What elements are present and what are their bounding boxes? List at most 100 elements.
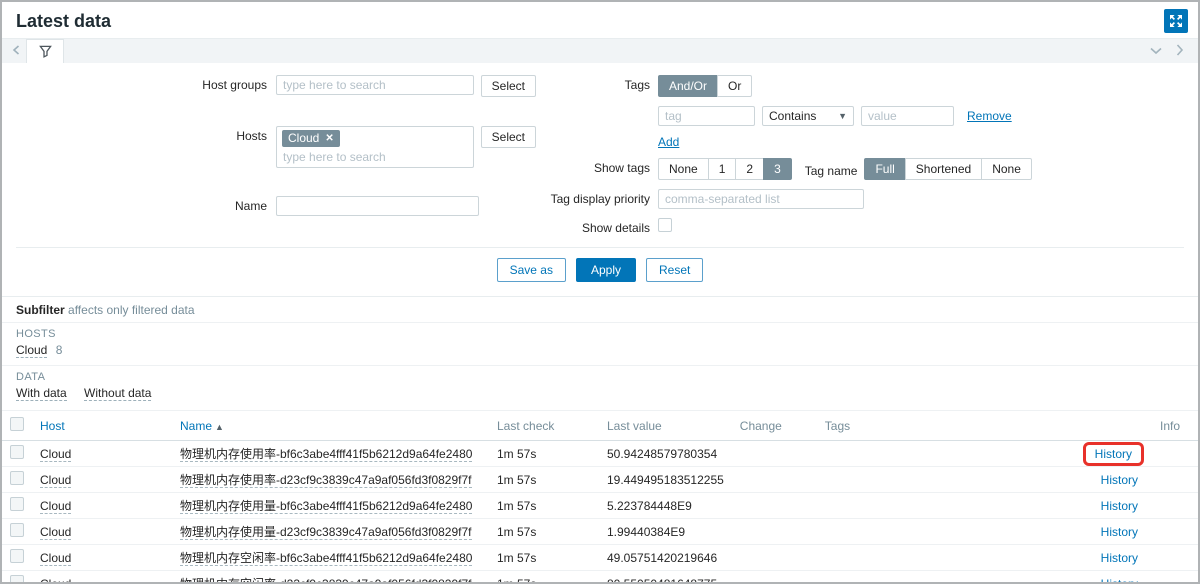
last-check-value: 1m 57s xyxy=(489,571,599,584)
select-all-checkbox[interactable] xyxy=(10,417,24,431)
subfilter-hosts-block: HOSTS Cloud 8 xyxy=(2,322,1198,365)
subfilter-host-cloud-link[interactable]: Cloud xyxy=(16,343,47,358)
row-checkbox[interactable] xyxy=(10,471,24,485)
expand-arrows-icon xyxy=(1169,14,1183,28)
row-checkbox[interactable] xyxy=(10,549,24,563)
host-groups-input[interactable] xyxy=(276,75,474,95)
host-link[interactable]: Cloud xyxy=(40,551,71,566)
tags-operator-segmented: And/Or Or xyxy=(658,75,1032,97)
row-checkbox[interactable] xyxy=(10,497,24,511)
column-header-host[interactable]: Host xyxy=(40,419,65,433)
host-link[interactable]: Cloud xyxy=(40,499,71,514)
tags-cell xyxy=(817,493,1075,519)
row-checkbox[interactable] xyxy=(10,445,24,459)
tag-name-none[interactable]: None xyxy=(981,158,1032,180)
filter-buttons-row: Save as Apply Reset xyxy=(16,247,1184,296)
history-link[interactable]: History xyxy=(1095,575,1144,584)
tag-name-full[interactable]: Full xyxy=(864,158,905,180)
host-link[interactable]: Cloud xyxy=(40,577,71,584)
item-name-link[interactable]: 物理机内存使用率-d23cf9c3839c47a9af056fd3f0829f7… xyxy=(180,473,472,488)
history-link[interactable]: History xyxy=(1095,523,1144,541)
host-chip-label: Cloud xyxy=(288,131,319,146)
row-checkbox[interactable] xyxy=(10,523,24,537)
remove-host-chip-icon[interactable]: ✕ xyxy=(325,131,333,146)
history-link[interactable]: History xyxy=(1095,471,1144,489)
filter-tab[interactable] xyxy=(26,39,64,63)
tag-name-shortened[interactable]: Shortened xyxy=(905,158,982,180)
tag-condition-row: Contains ▼ Remove xyxy=(658,106,1032,126)
tag-name-label: Tag name xyxy=(805,161,858,178)
last-check-value: 1m 57s xyxy=(489,467,599,493)
subfilter-with-data-link[interactable]: With data xyxy=(16,386,67,401)
history-link[interactable]: History xyxy=(1083,442,1144,466)
item-name-link[interactable]: 物理机内存空闲率-d23cf9c3839c47a9af056fd3f0829f7… xyxy=(180,577,472,584)
show-tags-segmented: None 1 2 3 xyxy=(658,158,792,180)
show-tags-1[interactable]: 1 xyxy=(708,158,737,180)
apply-button[interactable]: Apply xyxy=(576,258,636,282)
column-header-info: Info xyxy=(1152,411,1198,441)
change-value xyxy=(732,493,817,519)
last-value: 5.223784448E9 xyxy=(599,493,732,519)
remove-tag-link[interactable]: Remove xyxy=(967,109,1012,123)
last-check-value: 1m 57s xyxy=(489,545,599,571)
host-groups-label: Host groups xyxy=(62,75,267,92)
last-value: 50.94248579780354 xyxy=(599,441,732,467)
item-name-link[interactable]: 物理机内存使用量-bf6c3abe4fff41f5b6212d9a64fe248… xyxy=(180,499,472,514)
host-link[interactable]: Cloud xyxy=(40,473,71,488)
last-check-value: 1m 57s xyxy=(489,493,599,519)
show-tags-3[interactable]: 3 xyxy=(763,158,792,180)
filter-tab-strip xyxy=(2,38,1198,63)
history-link[interactable]: History xyxy=(1095,549,1144,567)
name-input[interactable] xyxy=(276,196,479,216)
info-cell xyxy=(1152,467,1198,493)
change-value xyxy=(732,545,817,571)
chevron-down-icon: ▼ xyxy=(838,111,847,121)
show-tags-none[interactable]: None xyxy=(658,158,709,180)
tag-input[interactable] xyxy=(658,106,755,126)
reset-button[interactable]: Reset xyxy=(646,258,703,282)
host-link[interactable]: Cloud xyxy=(40,447,71,462)
change-value xyxy=(732,441,817,467)
subfilter-subtitle: affects only filtered data xyxy=(68,303,195,317)
hosts-select-button[interactable]: Select xyxy=(481,126,536,148)
subfilter-header: Subfilter affects only filtered data xyxy=(2,296,1198,322)
item-name-link[interactable]: 物理机内存空闲率-bf6c3abe4fff41f5b6212d9a64fe248… xyxy=(180,551,472,566)
column-header-tags: Tags xyxy=(817,411,1075,441)
tag-display-priority-input[interactable] xyxy=(658,189,864,209)
show-tags-2[interactable]: 2 xyxy=(735,158,764,180)
hosts-multiselect[interactable]: Cloud ✕ type here to search xyxy=(276,126,474,168)
column-header-name[interactable]: Name xyxy=(180,419,212,433)
save-as-button[interactable]: Save as xyxy=(497,258,566,282)
kiosk-mode-button[interactable] xyxy=(1164,9,1188,33)
host-groups-select-button[interactable]: Select xyxy=(481,75,536,97)
subfilter-without-data-link[interactable]: Without data xyxy=(84,386,151,401)
tags-operator-andor[interactable]: And/Or xyxy=(658,75,718,97)
item-name-link[interactable]: 物理机内存使用率-bf6c3abe4fff41f5b6212d9a64fe248… xyxy=(180,447,472,462)
subfilter-hosts-heading: HOSTS xyxy=(16,328,1184,340)
info-cell xyxy=(1152,519,1198,545)
history-link[interactable]: History xyxy=(1095,497,1144,515)
add-tag-link[interactable]: Add xyxy=(658,135,679,149)
tags-cell xyxy=(817,545,1075,571)
info-cell xyxy=(1152,545,1198,571)
last-value: 1.99440384E9 xyxy=(599,519,732,545)
host-link[interactable]: Cloud xyxy=(40,525,71,540)
tag-value-input[interactable] xyxy=(861,106,954,126)
tags-cell xyxy=(817,519,1075,545)
show-tags-label: Show tags xyxy=(542,158,650,175)
collapse-left-chevron-icon[interactable] xyxy=(12,44,20,58)
hosts-input-placeholder[interactable]: type here to search xyxy=(282,147,468,164)
row-checkbox[interactable] xyxy=(10,575,24,584)
change-value xyxy=(732,571,817,584)
last-check-value: 1m 57s xyxy=(489,441,599,467)
show-details-label: Show details xyxy=(542,218,650,235)
change-value xyxy=(732,519,817,545)
item-name-link[interactable]: 物理机内存使用量-d23cf9c3839c47a9af056fd3f0829f7… xyxy=(180,525,472,540)
filter-form: Host groups Select Hosts Cloud ✕ type he… xyxy=(2,63,1198,239)
next-page-chevron-right-icon[interactable] xyxy=(1176,44,1184,58)
table-row: Cloud 物理机内存使用量-bf6c3abe4fff41f5b6212d9a6… xyxy=(2,493,1198,519)
show-details-checkbox[interactable] xyxy=(658,218,672,232)
collapse-filter-chevron-down-icon[interactable] xyxy=(1150,45,1162,57)
tags-operator-or[interactable]: Or xyxy=(717,75,752,97)
tag-operator-select[interactable]: Contains ▼ xyxy=(762,106,854,126)
